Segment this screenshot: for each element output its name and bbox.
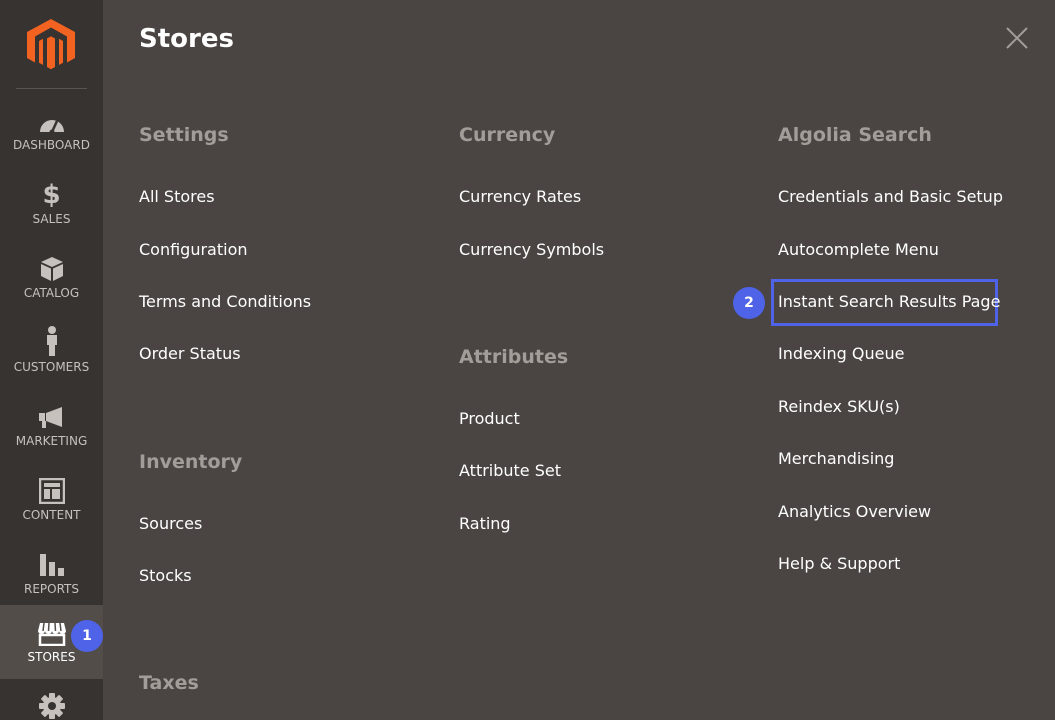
megaphone-icon — [38, 400, 66, 430]
menu-link-autocomplete-menu[interactable]: Autocomplete Menu — [778, 240, 939, 259]
bar-chart-icon — [39, 548, 65, 578]
menu-link-terms-and-conditions[interactable]: Terms and Conditions — [139, 292, 311, 311]
storefront-icon — [37, 622, 67, 646]
menu-link-configuration[interactable]: Configuration — [139, 240, 248, 259]
sidebar-item-customers[interactable]: CUSTOMERS — [0, 326, 103, 400]
step-badge-2: 2 — [733, 287, 765, 319]
sidebar-item-label: CUSTOMERS — [13, 360, 90, 374]
sidebar-item-marketing[interactable]: MARKETING — [0, 400, 103, 474]
menu-link-indexing-queue[interactable]: Indexing Queue — [778, 344, 904, 363]
person-icon — [44, 326, 60, 356]
menu-link-reindex-skus[interactable]: Reindex SKU(s) — [778, 397, 900, 416]
step-badge-1: 1 — [71, 620, 103, 652]
close-icon — [1006, 27, 1028, 49]
section-title-attributes: Attributes — [459, 346, 569, 368]
sidebar-item-label: DASHBOARD — [13, 138, 90, 152]
magento-logo-icon[interactable] — [27, 19, 75, 71]
section-title-inventory: Inventory — [139, 451, 243, 473]
section-title-algolia-search: Algolia Search — [778, 124, 932, 146]
menu-link-all-stores[interactable]: All Stores — [139, 187, 215, 206]
sidebar-item-label: CATALOG — [23, 286, 80, 300]
menu-link-rating[interactable]: Rating — [459, 514, 511, 533]
section-title-currency: Currency — [459, 124, 556, 146]
sidebar-item-sales[interactable]: $ SALES — [0, 178, 103, 252]
sidebar-item-label: MARKETING — [15, 434, 88, 448]
section-title-taxes: Taxes — [139, 672, 199, 694]
dollar-icon: $ — [42, 180, 61, 210]
sidebar-item-system[interactable] — [0, 692, 103, 720]
sidebar-item-catalog[interactable]: CATALOG — [0, 252, 103, 326]
menu-link-instant-search-results-page[interactable]: Instant Search Results Page — [778, 292, 1000, 311]
sidebar-item-content[interactable]: CONTENT — [0, 474, 103, 548]
box-icon — [40, 252, 64, 282]
layout-icon — [38, 474, 65, 504]
page-title: Stores — [139, 24, 234, 54]
menu-link-product[interactable]: Product — [459, 409, 520, 428]
menu-link-currency-rates[interactable]: Currency Rates — [459, 187, 581, 206]
sidebar-item-label: STORES — [27, 650, 76, 664]
menu-link-credentials-basic-setup[interactable]: Credentials and Basic Setup — [778, 187, 1003, 206]
sidebar-item-label: SALES — [32, 212, 71, 226]
menu-link-sources[interactable]: Sources — [139, 514, 202, 533]
sidebar-divider — [16, 88, 87, 89]
menu-link-analytics-overview[interactable]: Analytics Overview — [778, 502, 931, 521]
close-button[interactable] — [1003, 24, 1031, 52]
menu-link-help-support[interactable]: Help & Support — [778, 554, 900, 573]
sidebar-item-dashboard[interactable]: DASHBOARD — [0, 104, 103, 178]
menu-link-stocks[interactable]: Stocks — [139, 566, 192, 585]
menu-link-merchandising[interactable]: Merchandising — [778, 449, 894, 468]
menu-link-order-status[interactable]: Order Status — [139, 344, 241, 363]
sidebar-item-label: CONTENT — [22, 508, 81, 522]
section-title-settings: Settings — [139, 124, 229, 146]
sidebar-item-label: REPORTS — [23, 582, 79, 596]
gear-icon — [38, 692, 66, 720]
dashboard-gauge-icon — [38, 104, 66, 134]
menu-link-attribute-set[interactable]: Attribute Set — [459, 461, 561, 480]
admin-sidebar: DASHBOARD $ SALES CATALOG CUSTOMERS MARK… — [0, 0, 103, 720]
menu-link-currency-symbols[interactable]: Currency Symbols — [459, 240, 604, 259]
